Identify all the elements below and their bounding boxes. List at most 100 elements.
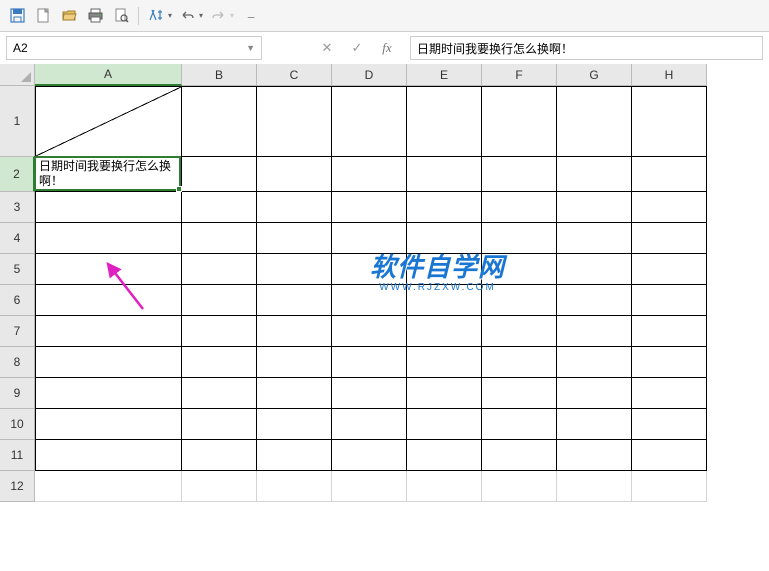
save-button[interactable]: [6, 5, 28, 27]
row-header-10[interactable]: 10: [0, 409, 35, 440]
column-header-F[interactable]: F: [482, 64, 557, 86]
cell-A11[interactable]: [35, 440, 182, 471]
row-header-8[interactable]: 8: [0, 347, 35, 378]
cell-F1[interactable]: [482, 86, 557, 157]
cell-H10[interactable]: [632, 409, 707, 440]
cell-H6[interactable]: [632, 285, 707, 316]
cell-H9[interactable]: [632, 378, 707, 409]
cell-F2[interactable]: [482, 157, 557, 192]
undo-button[interactable]: ▾: [176, 5, 203, 27]
cell-F12[interactable]: [482, 471, 557, 502]
cell-D3[interactable]: [332, 192, 407, 223]
cell-D12[interactable]: [332, 471, 407, 502]
row-header-9[interactable]: 9: [0, 378, 35, 409]
cell-F10[interactable]: [482, 409, 557, 440]
cell-C10[interactable]: [257, 409, 332, 440]
row-header-5[interactable]: 5: [0, 254, 35, 285]
cell-H2[interactable]: [632, 157, 707, 192]
cell-F11[interactable]: [482, 440, 557, 471]
cell-H5[interactable]: [632, 254, 707, 285]
cell-D4[interactable]: [332, 223, 407, 254]
cell-B8[interactable]: [182, 347, 257, 378]
column-header-D[interactable]: D: [332, 64, 407, 86]
cell-G9[interactable]: [557, 378, 632, 409]
cell-G6[interactable]: [557, 285, 632, 316]
cell-E4[interactable]: [407, 223, 482, 254]
cell-H3[interactable]: [632, 192, 707, 223]
cell-E2[interactable]: [407, 157, 482, 192]
cell-D11[interactable]: [332, 440, 407, 471]
cell-A10[interactable]: [35, 409, 182, 440]
row-header-11[interactable]: 11: [0, 440, 35, 471]
cell-B7[interactable]: [182, 316, 257, 347]
column-header-H[interactable]: H: [632, 64, 707, 86]
cell-A3[interactable]: [35, 192, 182, 223]
cell-G4[interactable]: [557, 223, 632, 254]
cell-B5[interactable]: [182, 254, 257, 285]
cell-A5[interactable]: [35, 254, 182, 285]
cell-A6[interactable]: [35, 285, 182, 316]
row-header-2[interactable]: 2: [0, 157, 35, 192]
new-button[interactable]: [32, 5, 54, 27]
row-header-3[interactable]: 3: [0, 192, 35, 223]
cell-A12[interactable]: [35, 471, 182, 502]
cell-C6[interactable]: [257, 285, 332, 316]
cell-B10[interactable]: [182, 409, 257, 440]
cell-F5[interactable]: [482, 254, 557, 285]
cell-E10[interactable]: [407, 409, 482, 440]
row-header-6[interactable]: 6: [0, 285, 35, 316]
cell-G12[interactable]: [557, 471, 632, 502]
cell-C9[interactable]: [257, 378, 332, 409]
cell-D8[interactable]: [332, 347, 407, 378]
cell-G5[interactable]: [557, 254, 632, 285]
cell-A1[interactable]: [35, 86, 182, 157]
cell-H8[interactable]: [632, 347, 707, 378]
cell-G7[interactable]: [557, 316, 632, 347]
row-header-12[interactable]: 12: [0, 471, 35, 502]
cell-D9[interactable]: [332, 378, 407, 409]
cell-H12[interactable]: [632, 471, 707, 502]
formula-input[interactable]: 日期时间我要换行怎么换啊！: [410, 36, 763, 60]
cell-E7[interactable]: [407, 316, 482, 347]
fx-button[interactable]: fx: [372, 36, 402, 60]
cell-C2[interactable]: [257, 157, 332, 192]
cell-D6[interactable]: [332, 285, 407, 316]
cell-G11[interactable]: [557, 440, 632, 471]
cell-B3[interactable]: [182, 192, 257, 223]
cell-F4[interactable]: [482, 223, 557, 254]
column-header-G[interactable]: G: [557, 64, 632, 86]
cell-A8[interactable]: [35, 347, 182, 378]
column-header-E[interactable]: E: [407, 64, 482, 86]
cell-G1[interactable]: [557, 86, 632, 157]
cell-C3[interactable]: [257, 192, 332, 223]
cell-D7[interactable]: [332, 316, 407, 347]
cell-F3[interactable]: [482, 192, 557, 223]
cell-B4[interactable]: [182, 223, 257, 254]
cell-D5[interactable]: [332, 254, 407, 285]
row-header-7[interactable]: 7: [0, 316, 35, 347]
cell-B12[interactable]: [182, 471, 257, 502]
cell-E3[interactable]: [407, 192, 482, 223]
cell-F7[interactable]: [482, 316, 557, 347]
cell-A7[interactable]: [35, 316, 182, 347]
cell-F6[interactable]: [482, 285, 557, 316]
select-all-corner[interactable]: [0, 64, 35, 86]
cell-B6[interactable]: [182, 285, 257, 316]
cell-B11[interactable]: [182, 440, 257, 471]
cell-H11[interactable]: [632, 440, 707, 471]
cell-G2[interactable]: [557, 157, 632, 192]
cell-H4[interactable]: [632, 223, 707, 254]
cell-B2[interactable]: [182, 157, 257, 192]
confirm-formula-button[interactable]: ✓: [342, 36, 372, 60]
cell-A9[interactable]: [35, 378, 182, 409]
customize-toolbar-button[interactable]: ⚊: [240, 5, 262, 27]
cell-E6[interactable]: [407, 285, 482, 316]
cell-A4[interactable]: [35, 223, 182, 254]
cell-B9[interactable]: [182, 378, 257, 409]
cell-G3[interactable]: [557, 192, 632, 223]
cell-C4[interactable]: [257, 223, 332, 254]
cell-F9[interactable]: [482, 378, 557, 409]
cell-C7[interactable]: [257, 316, 332, 347]
name-box[interactable]: A2 ▼: [6, 36, 262, 60]
cell-D1[interactable]: [332, 86, 407, 157]
